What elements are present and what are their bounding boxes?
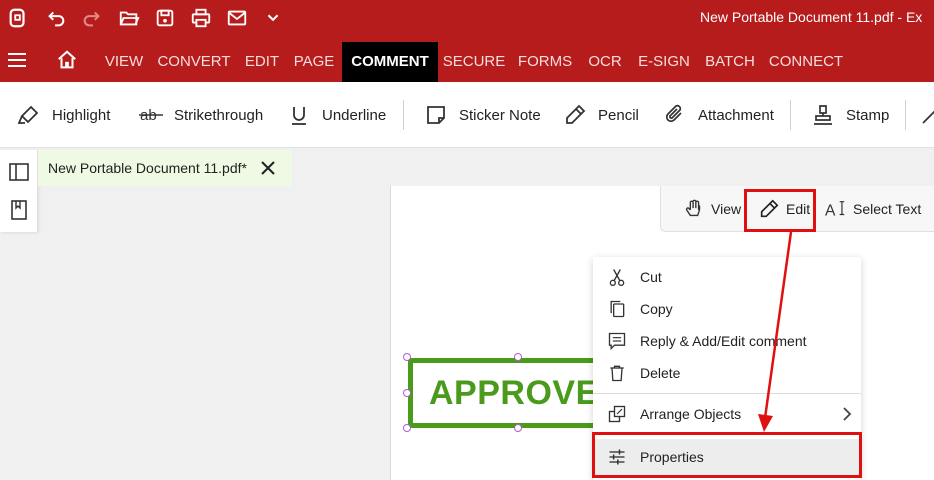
sticky-note-icon	[423, 102, 449, 128]
highlight-button[interactable]: Highlight	[16, 82, 110, 148]
strikethrough-label: Strikethrough	[174, 106, 264, 124]
menu-item-arrange-objects[interactable]: Arrange Objects	[593, 398, 861, 430]
ribbon-separator	[905, 100, 906, 130]
copy-label: Copy	[640, 301, 673, 317]
save-icon[interactable]	[147, 0, 183, 36]
cut-label: Cut	[640, 269, 662, 285]
hamburger-menu-icon[interactable]	[0, 42, 34, 78]
menu-bar: VIEW CONVERT EDIT PAGE COMMENT SECURE FO…	[0, 36, 934, 82]
sticker-note-label: Sticker Note	[459, 106, 541, 124]
side-panel	[0, 150, 38, 232]
stamp-icon	[810, 102, 836, 128]
underline-icon	[286, 102, 312, 128]
home-icon[interactable]	[50, 42, 84, 78]
comment-ribbon: Highlight ab Strikethrough Underline Sti…	[0, 82, 934, 148]
tab-e-sign[interactable]: E-SIGN	[634, 42, 694, 82]
ribbon-separator	[403, 100, 404, 130]
arrange-label: Arrange Objects	[640, 406, 742, 422]
tab-secure[interactable]: SECURE	[442, 42, 506, 82]
close-icon[interactable]	[259, 159, 277, 177]
highlighter-icon	[16, 102, 42, 128]
hand-icon	[685, 199, 701, 217]
highlight-label: Highlight	[52, 106, 111, 124]
more-tools-button[interactable]	[918, 82, 934, 148]
redo-icon[interactable]	[74, 0, 110, 36]
resize-handle[interactable]	[514, 353, 522, 361]
attachment-label: Attachment	[698, 106, 774, 124]
open-folder-icon[interactable]	[111, 0, 147, 36]
menu-item-reply-comment[interactable]: Reply & Add/Edit comment	[593, 325, 861, 357]
menu-item-copy[interactable]: Copy	[593, 293, 861, 325]
print-icon[interactable]	[183, 0, 219, 36]
text-cursor-icon: A	[825, 201, 845, 219]
sticker-note-button[interactable]: Sticker Note	[423, 82, 541, 148]
tab-ocr[interactable]: OCR	[585, 42, 625, 82]
edit-highlight-box	[744, 189, 816, 232]
tab-convert[interactable]: CONVERT	[155, 42, 233, 82]
resize-handle[interactable]	[514, 424, 522, 432]
tab-comment[interactable]: COMMENT	[342, 42, 438, 82]
resize-handle[interactable]	[403, 389, 411, 397]
menu-item-cut[interactable]: Cut	[593, 261, 861, 293]
select-text-mode-label: Select Text	[853, 201, 922, 217]
tab-page[interactable]: PAGE	[291, 42, 337, 82]
bookmark-icon[interactable]	[7, 198, 31, 222]
scissors-icon	[606, 266, 628, 288]
window-title: New Portable Document 11.pdf - Ex	[700, 9, 923, 25]
trash-icon	[606, 362, 628, 384]
properties-highlight-box	[592, 432, 862, 478]
delete-label: Delete	[640, 365, 681, 381]
email-icon[interactable]	[219, 0, 255, 36]
view-mode-button[interactable]: View	[683, 186, 741, 232]
chevron-right-icon	[841, 406, 853, 425]
strikethrough-icon: ab	[138, 102, 164, 128]
tab-edit[interactable]: EDIT	[240, 42, 284, 82]
underline-label: Underline	[322, 106, 387, 124]
line-tool-icon	[918, 102, 934, 128]
strikethrough-button[interactable]: ab Strikethrough	[138, 82, 263, 148]
attachment-button[interactable]: Attachment	[662, 82, 774, 148]
chevron-down-icon[interactable]	[255, 0, 291, 36]
ribbon-separator	[790, 100, 791, 130]
stamp-button[interactable]: Stamp	[810, 82, 889, 148]
view-mode-label: View	[711, 201, 742, 217]
undo-icon[interactable]	[38, 0, 74, 36]
arrange-icon	[606, 403, 628, 425]
stamp-label: Stamp	[846, 106, 890, 124]
app-logo-icon[interactable]	[0, 0, 36, 36]
tab-forms[interactable]: FORMS	[514, 42, 576, 82]
document-tab-label: New Portable Document 11.pdf*	[48, 160, 247, 176]
pencil-label: Pencil	[598, 106, 639, 124]
copy-icon	[606, 298, 628, 320]
underline-button[interactable]: Underline	[286, 82, 386, 148]
menu-separator	[593, 393, 861, 394]
tab-batch[interactable]: BATCH	[702, 42, 758, 82]
document-tab[interactable]: New Portable Document 11.pdf*	[38, 150, 292, 186]
resize-handle[interactable]	[403, 424, 411, 432]
sidebar-toggle-icon[interactable]	[7, 160, 31, 184]
pencil-button[interactable]: Pencil	[562, 82, 639, 148]
comment-icon	[606, 330, 628, 352]
select-text-mode-button[interactable]: A Select Text	[825, 186, 921, 232]
reply-label: Reply & Add/Edit comment	[640, 333, 807, 349]
paperclip-icon	[662, 102, 688, 128]
tab-connect[interactable]: CONNECT	[768, 42, 844, 82]
tab-view[interactable]: VIEW	[99, 42, 149, 82]
menu-item-delete[interactable]: Delete	[593, 357, 861, 389]
resize-handle[interactable]	[403, 353, 411, 361]
svg-text:A: A	[825, 202, 836, 219]
title-bar: New Portable Document 11.pdf - Ex	[0, 0, 934, 36]
pencil-icon	[562, 102, 588, 128]
